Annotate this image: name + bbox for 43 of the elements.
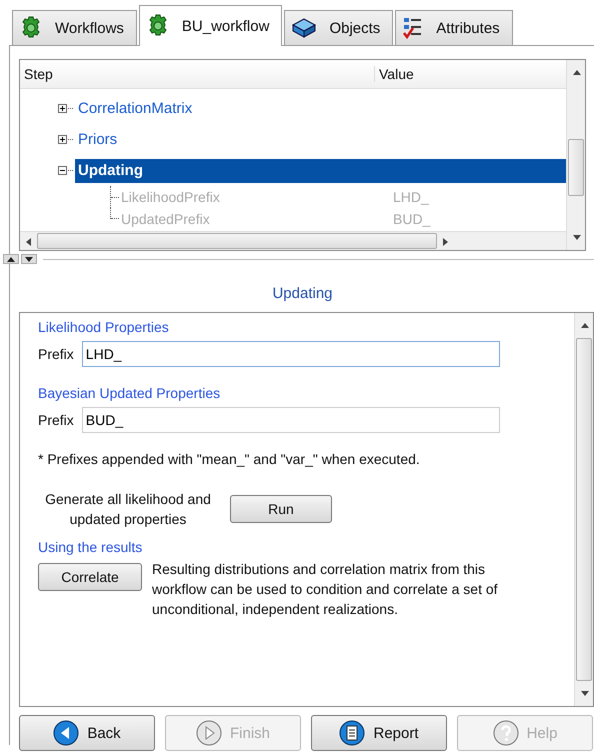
document-icon xyxy=(339,720,366,746)
column-header[interactable]: Value xyxy=(375,66,414,82)
input-field[interactable]: LHD_ xyxy=(82,341,500,367)
vertical-scrollbar[interactable] xyxy=(574,313,593,706)
description-text: Generate all likelihood and updated properties xyxy=(44,490,212,529)
wizard-button[interactable]: Report xyxy=(311,715,447,751)
cube-icon xyxy=(291,17,318,39)
tab[interactable]: BU_workflow xyxy=(138,5,282,46)
tree-value: BUD_ xyxy=(393,211,430,227)
tab[interactable]: Objects xyxy=(284,10,394,45)
collapse-toggle[interactable] xyxy=(58,166,67,175)
tree-item[interactable]: Priors xyxy=(75,128,120,152)
expand-toggle[interactable] xyxy=(58,104,67,113)
note-text: * Prefixes appended with "mean_" and "var_" when executed. xyxy=(38,451,421,467)
vertical-scrollbar[interactable] xyxy=(566,60,585,250)
panel-title: Updating xyxy=(271,284,334,304)
section-heading: Likelihood Properties xyxy=(38,319,170,335)
scroll-left-icon[interactable] xyxy=(24,236,33,246)
scroll-up-icon[interactable] xyxy=(572,68,580,77)
field-label: Prefix xyxy=(38,412,74,428)
scroll-right-icon[interactable] xyxy=(441,236,450,246)
section-heading: Bayesian Updated Properties xyxy=(38,385,222,401)
expand-toggle[interactable] xyxy=(58,135,67,144)
field-label: Prefix xyxy=(38,346,74,362)
tree-item[interactable]: Updating xyxy=(75,158,566,182)
section-heading: Using the results xyxy=(38,539,144,555)
wizard-button[interactable]: Back xyxy=(19,715,155,751)
tree-item[interactable]: CorrelationMatrix xyxy=(75,96,196,120)
tab[interactable]: Attributes xyxy=(395,10,513,45)
tab[interactable]: Workflows xyxy=(12,10,137,45)
splitter-up-icon[interactable] xyxy=(7,256,15,262)
scroll-down-icon[interactable] xyxy=(580,689,588,698)
help-icon xyxy=(492,720,519,746)
horizontal-scrollbar[interactable] xyxy=(20,231,566,250)
column-header[interactable]: Step xyxy=(20,66,375,82)
tree-value: LHD_ xyxy=(393,189,429,205)
input-field[interactable]: BUD_ xyxy=(82,407,500,433)
run-button[interactable]: Run xyxy=(230,495,332,523)
correlate-button[interactable]: Correlate xyxy=(38,563,142,591)
splitter-down-icon[interactable] xyxy=(25,256,33,262)
scroll-up-icon[interactable] xyxy=(580,321,588,330)
scroll-down-icon[interactable] xyxy=(572,233,580,242)
description-text: Resulting distributions and correlation matrix from this workflow can be used to condition and correlate a set of unconditional, independent realizations. xyxy=(152,560,499,619)
